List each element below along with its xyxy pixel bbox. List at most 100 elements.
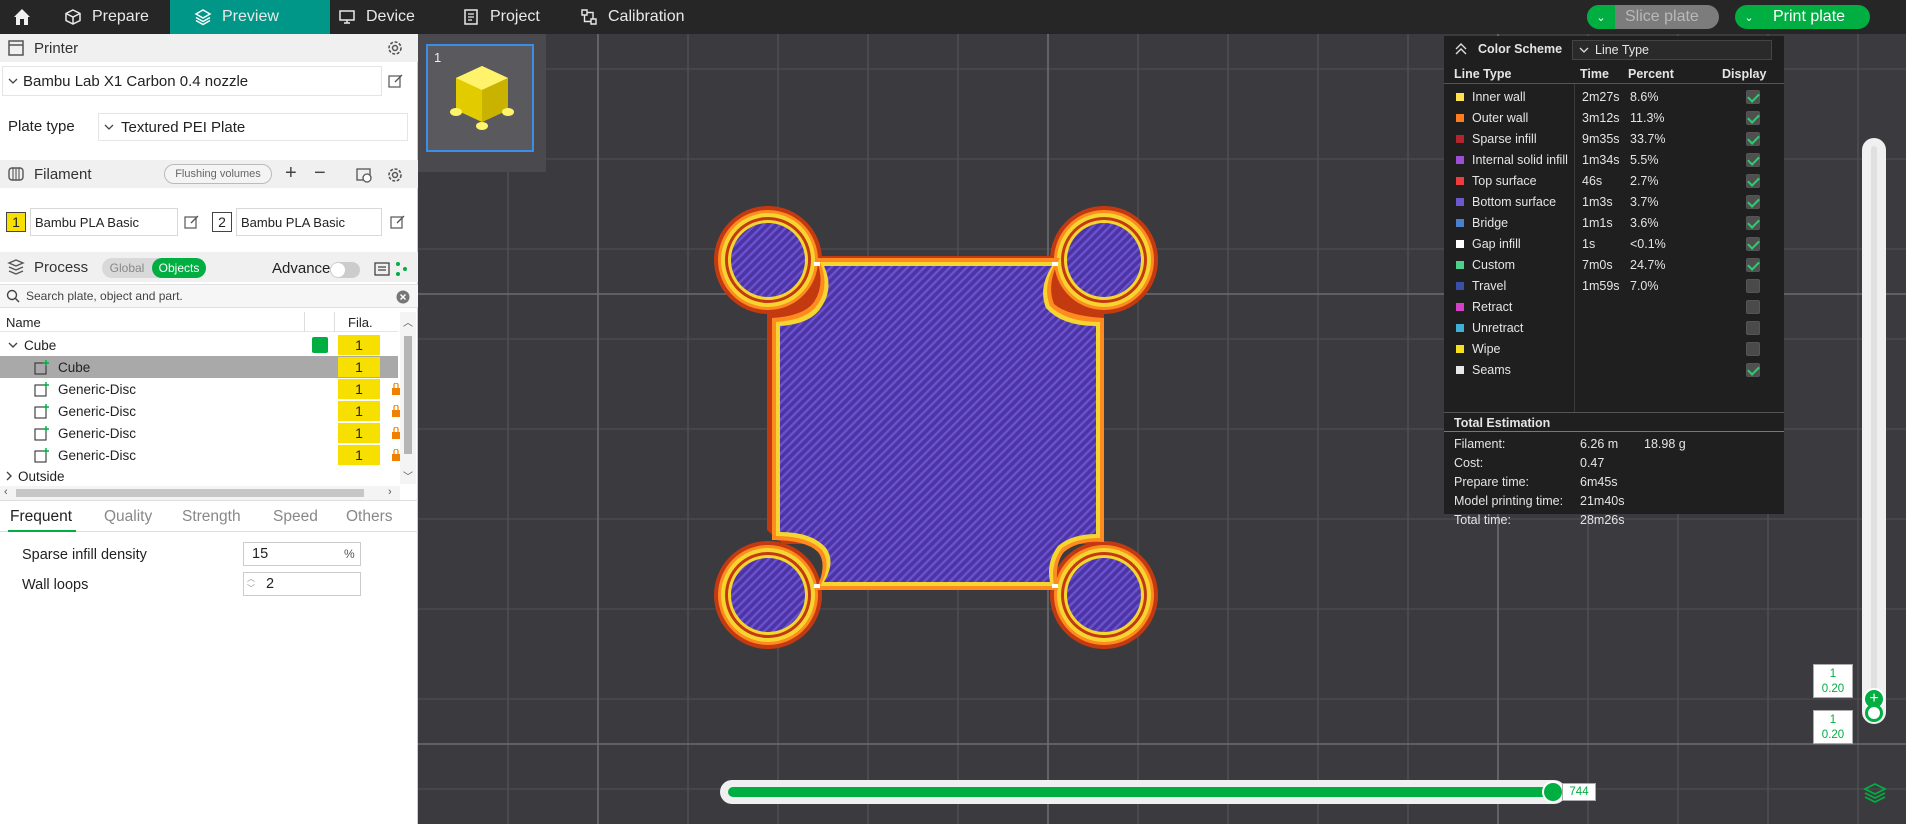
objects-option[interactable]: Objects [152, 258, 206, 278]
legend-line-type: Internal solid infill [1472, 152, 1568, 167]
legend-row: Retract [1444, 296, 1784, 317]
lock-icon[interactable] [392, 405, 400, 417]
legend-row: Bridge 1m1s 3.6% [1444, 212, 1784, 233]
legend-line-type: Inner wall [1472, 89, 1526, 104]
filament-cell[interactable]: 1 [338, 335, 380, 355]
display-checkbox[interactable] [1746, 236, 1760, 251]
advance-toggle[interactable] [330, 262, 360, 278]
legend-time: 1m3s [1582, 194, 1613, 209]
layers-toggle-icon[interactable] [1862, 780, 1888, 806]
gear-icon[interactable] [386, 39, 404, 57]
tree-row-part[interactable]: Generic-Disc 1 [0, 400, 400, 422]
display-checkbox[interactable] [1746, 173, 1760, 188]
sparse-infill-label: Sparse infill density [22, 547, 147, 563]
display-checkbox[interactable] [1746, 341, 1760, 356]
display-checkbox[interactable] [1746, 131, 1760, 146]
chevron-down-icon[interactable]: ⌄ [1587, 5, 1615, 29]
scheme-select[interactable]: Line Type [1572, 40, 1772, 60]
tree-row-part[interactable]: Generic-Disc 1 [0, 422, 400, 444]
plate-type-select[interactable]: Textured PEI Plate [98, 113, 408, 141]
tab-speed[interactable]: Speed [273, 508, 318, 526]
filament-cell[interactable]: 1 [338, 401, 380, 421]
search-bar[interactable]: Search plate, object and part. [0, 284, 418, 308]
filament-cell[interactable]: 1 [338, 379, 380, 399]
filament-cell[interactable]: 1 [338, 423, 380, 443]
tree-row-object[interactable]: Cube 1 [0, 334, 398, 356]
home-button[interactable] [4, 0, 40, 34]
tab-project[interactable]: Project [462, 0, 572, 34]
display-checkbox[interactable] [1746, 320, 1760, 335]
list-view-icon[interactable] [373, 260, 391, 278]
tab-others[interactable]: Others [346, 508, 393, 526]
lock-icon[interactable] [392, 449, 400, 461]
printer-preset-select[interactable]: Bambu Lab X1 Carbon 0.4 nozzle [2, 66, 382, 96]
settings-tree-icon[interactable] [394, 260, 410, 278]
edit-icon[interactable] [390, 214, 406, 230]
tree-row-part[interactable]: Generic-Disc 1 [0, 378, 400, 400]
global-objects-toggle[interactable]: Global Objects [102, 258, 206, 278]
tree-row-part[interactable]: Generic-Disc 1 [0, 444, 400, 466]
filament-cell[interactable]: 1 [338, 357, 380, 377]
display-checkbox[interactable] [1746, 278, 1760, 293]
filament-slot-2-select[interactable]: Bambu PLA Basic [236, 208, 382, 236]
wall-loops-stepper[interactable]: ︿ ﹀ 2 [243, 572, 361, 596]
lock-icon[interactable] [392, 427, 400, 439]
flushing-volumes-button[interactable]: Flushing volumes [164, 164, 272, 184]
visible-checkbox[interactable] [312, 337, 328, 353]
chevron-down-icon[interactable]: ⌄ [1735, 11, 1763, 24]
tab-calibration[interactable]: Calibration [580, 0, 710, 34]
plate-thumbnail[interactable]: 1 [426, 44, 534, 152]
display-checkbox[interactable] [1746, 89, 1760, 104]
display-checkbox[interactable] [1746, 362, 1760, 377]
legend-percent: 2.7% [1630, 173, 1659, 188]
edit-icon[interactable] [184, 214, 200, 230]
layer-bottom-height: 0.20 [1821, 729, 1845, 741]
prepare-time-label: Prepare time: [1454, 475, 1530, 489]
tab-prepare[interactable]: Prepare [52, 0, 162, 34]
stepper-arrows-icon[interactable]: ︿ ﹀ [247, 574, 255, 594]
legend-line-type: Wipe [1472, 341, 1501, 356]
clear-search-icon[interactable] [396, 290, 410, 304]
display-checkbox[interactable] [1746, 194, 1760, 209]
add-filament-icon[interactable]: + [285, 162, 297, 185]
slice-plate-button[interactable]: ⌄ Slice plate [1587, 5, 1719, 29]
display-checkbox[interactable] [1746, 110, 1760, 125]
gear-icon[interactable] [386, 166, 404, 184]
filament-slot-1-select[interactable]: Bambu PLA Basic [30, 208, 178, 236]
chevron-down-icon[interactable] [8, 340, 18, 350]
chevron-right-icon[interactable] [4, 471, 14, 481]
part-icon [34, 448, 49, 463]
filament-cell[interactable]: 1 [338, 445, 380, 465]
edit-icon[interactable] [388, 73, 404, 89]
layer-top-label: 1 0.20 [1813, 664, 1853, 698]
tab-frequent[interactable]: Frequent [10, 508, 72, 526]
tab-quality[interactable]: Quality [104, 508, 152, 526]
move-slider[interactable] [720, 780, 1566, 804]
legend-percent: 24.7% [1630, 257, 1666, 272]
collapse-icon[interactable] [1454, 43, 1468, 55]
remove-filament-icon[interactable]: − [314, 162, 326, 185]
display-checkbox[interactable] [1746, 215, 1760, 230]
tab-device[interactable]: Device [330, 0, 440, 34]
legend-row: Custom 7m0s 24.7% [1444, 254, 1784, 275]
tab-preview[interactable]: Preview [170, 0, 330, 34]
layer-slider[interactable]: + [1862, 138, 1886, 724]
display-checkbox[interactable] [1746, 152, 1760, 167]
legend-line-type: Top surface [1472, 173, 1537, 188]
layer-slider-bottom-handle[interactable] [1865, 704, 1883, 722]
tree-horizontal-scrollbar[interactable]: ‹ › [0, 486, 400, 500]
global-option[interactable]: Global [102, 261, 152, 275]
part-name: Generic-Disc [58, 425, 137, 441]
tree-vertical-scrollbar[interactable]: ︿ ﹀ [400, 312, 416, 484]
sync-filament-icon[interactable] [355, 166, 373, 184]
tab-strength[interactable]: Strength [182, 508, 241, 526]
lock-icon[interactable] [392, 383, 400, 395]
tree-row-object[interactable]: Outside [0, 466, 398, 486]
search-input[interactable]: Search plate, object and part. [26, 289, 183, 303]
display-checkbox[interactable] [1746, 299, 1760, 314]
move-slider-handle[interactable] [1542, 781, 1564, 803]
print-plate-button[interactable]: ⌄ Print plate [1735, 5, 1870, 29]
sparse-infill-input[interactable]: 15 % [243, 542, 361, 566]
display-checkbox[interactable] [1746, 257, 1760, 272]
tree-row-part[interactable]: Cube 1 [0, 356, 398, 378]
